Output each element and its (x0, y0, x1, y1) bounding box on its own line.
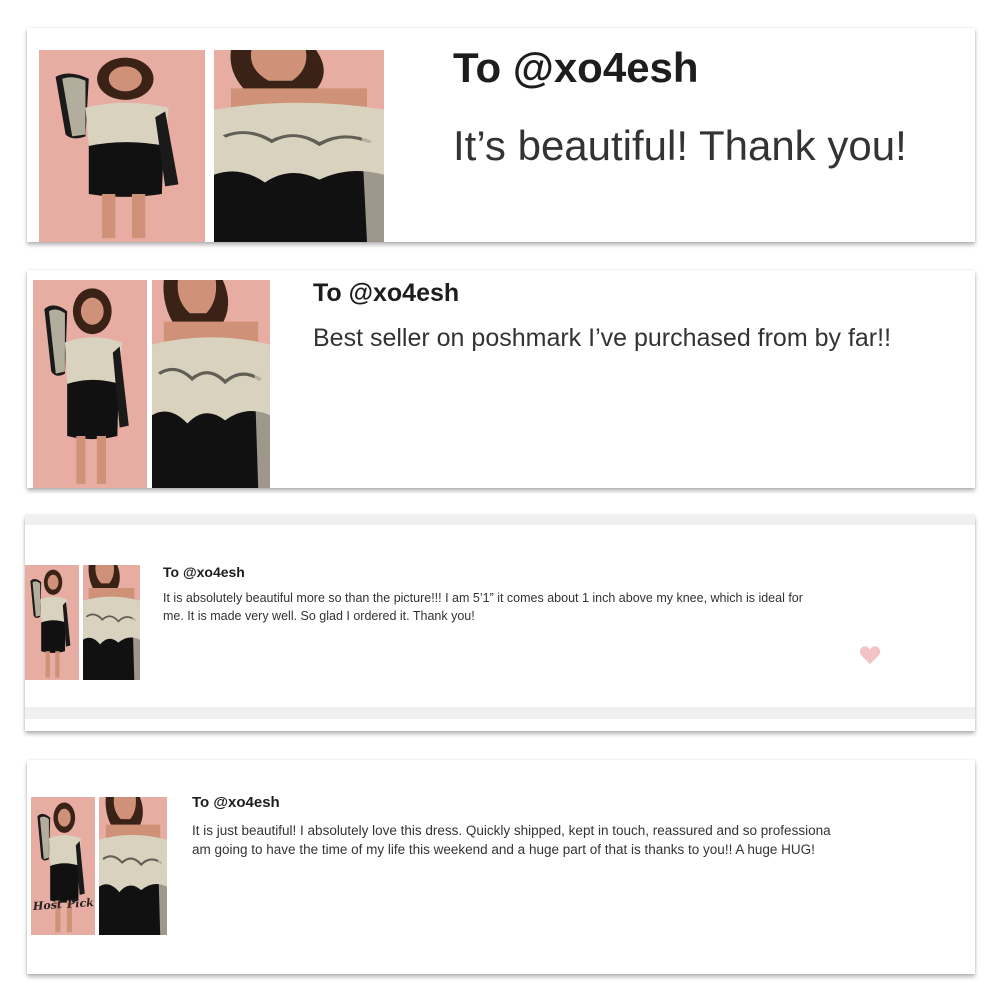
review-recipient[interactable]: To @xo4esh (163, 564, 245, 580)
review-text-line: am going to have the time of my life thi… (192, 842, 815, 857)
dress-photo-full[interactable] (39, 50, 205, 242)
review-card: Host Pick To @xo4esh It is just beautifu… (27, 760, 975, 974)
dress-photo-closeup[interactable] (152, 280, 270, 488)
dress-photo-full[interactable] (25, 565, 79, 680)
review-text-line: It’s beautiful! Thank you! (453, 122, 907, 169)
dress-photo-closeup[interactable] (83, 565, 140, 680)
review-text-line: It is absolutely beautiful more so than … (163, 591, 803, 605)
dress-photo-closeup[interactable] (99, 797, 167, 935)
review-text-line: Best seller on poshmark I’ve purchased f… (313, 324, 892, 352)
review-card: To @xo4esh It is absolutely beautiful mo… (25, 515, 975, 731)
card-divider (25, 707, 975, 719)
dress-photo-full[interactable]: Host Pick (31, 797, 95, 935)
dress-photo-full[interactable] (33, 280, 147, 488)
dress-photo-closeup[interactable] (214, 50, 384, 242)
review-text-line: It is just beautiful! I absolutely love … (192, 823, 831, 838)
review-recipient[interactable]: To @xo4esh (313, 279, 459, 308)
review-card: To @xo4esh It’s beautiful! Thank you! (27, 28, 975, 242)
host-pick-badge: Host (32, 898, 63, 913)
review-recipient[interactable]: To @xo4esh (453, 44, 699, 92)
card-top-band (25, 515, 975, 525)
review-text-line: me. It is made very well. So glad I orde… (163, 609, 475, 623)
review-card: To @xo4esh Best seller on poshmark I’ve … (27, 270, 975, 488)
host-pick-badge: Pick (66, 896, 95, 911)
heart-icon[interactable] (859, 645, 881, 665)
review-recipient[interactable]: To @xo4esh (192, 794, 280, 811)
